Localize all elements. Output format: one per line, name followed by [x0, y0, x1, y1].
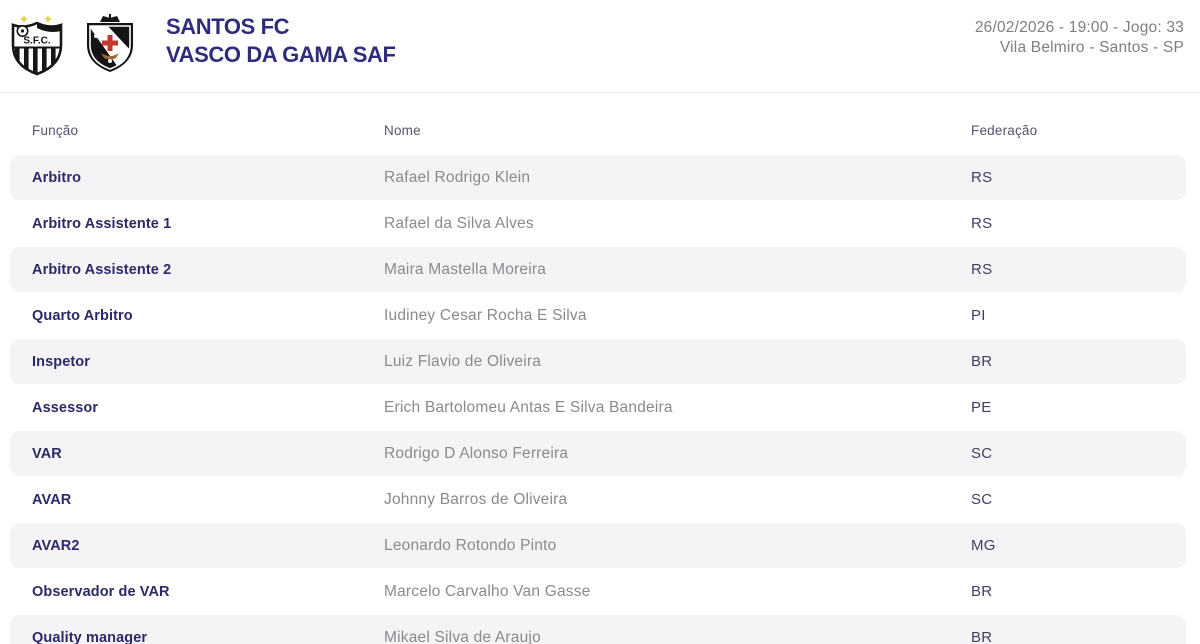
column-header-federacao: Federação	[971, 111, 1186, 138]
funcao-cell: AVAR2	[32, 538, 384, 554]
santos-fc-logo-icon: S.F.C.	[8, 14, 66, 78]
federacao-cell: MG	[971, 537, 1186, 554]
funcao-cell: Arbitro Assistente 2	[32, 262, 384, 278]
officials-table-body: Arbitro Rafael Rodrigo Klein RS Arbitro …	[10, 155, 1186, 644]
federacao-cell: BR	[971, 583, 1186, 600]
nome-cell: Rodrigo D Alonso Ferreira	[384, 445, 971, 463]
federacao-cell: BR	[971, 629, 1186, 644]
match-datetime: 26/02/2026 - 19:00 - Jogo: 33	[975, 18, 1184, 38]
table-header-row: Função Nome Federação	[10, 93, 1186, 155]
match-title: SANTOS FC VASCO DA GAMA SAF	[166, 12, 396, 69]
table-row: Quarto Arbitro Iudiney Cesar Rocha E Sil…	[10, 293, 1186, 338]
table-row: Quality manager Mikael Silva de Araujo B…	[10, 615, 1186, 644]
federacao-cell: PE	[971, 399, 1186, 416]
funcao-cell: Observador de VAR	[32, 584, 384, 600]
table-row: AVAR Johnny Barros de Oliveira SC	[10, 477, 1186, 522]
federacao-cell: RS	[971, 261, 1186, 278]
funcao-cell: Arbitro	[32, 170, 384, 186]
nome-cell: Luiz Flavio de Oliveira	[384, 353, 971, 371]
match-header: S.F.C.	[0, 0, 1200, 93]
funcao-cell: VAR	[32, 446, 384, 462]
table-row: Inspetor Luiz Flavio de Oliveira BR	[10, 339, 1186, 384]
nome-cell: Marcelo Carvalho Van Gasse	[384, 583, 971, 601]
table-row: Arbitro Assistente 2 Maira Mastella More…	[10, 247, 1186, 292]
funcao-cell: Assessor	[32, 400, 384, 416]
nome-cell: Leonardo Rotondo Pinto	[384, 537, 971, 555]
santos-star-icon	[44, 15, 52, 23]
federacao-cell: BR	[971, 353, 1186, 370]
nome-cell: Erich Bartolomeu Antas E Silva Bandeira	[384, 399, 971, 417]
table-row: Arbitro Assistente 1 Rafael da Silva Alv…	[10, 201, 1186, 246]
nome-cell: Rafael da Silva Alves	[384, 215, 971, 233]
table-row: VAR Rodrigo D Alonso Ferreira SC	[10, 431, 1186, 476]
santos-star-icon	[20, 15, 28, 23]
table-row: Arbitro Rafael Rodrigo Klein RS	[10, 155, 1186, 200]
nome-cell: Maira Mastella Moreira	[384, 261, 971, 279]
match-meta: 26/02/2026 - 19:00 - Jogo: 33 Vila Belmi…	[975, 12, 1184, 57]
officials-table: Função Nome Federação Arbitro Rafael Rod…	[10, 93, 1186, 644]
federacao-cell: SC	[971, 445, 1186, 462]
match-officials-page: { "header": { "home_team": "SANTOS FC", …	[0, 0, 1200, 644]
column-header-funcao: Função	[32, 111, 384, 138]
funcao-cell: Quarto Arbitro	[32, 308, 384, 324]
funcao-cell: AVAR	[32, 492, 384, 508]
funcao-cell: Arbitro Assistente 1	[32, 216, 384, 232]
vasco-da-gama-logo-icon	[84, 14, 136, 74]
federacao-cell: RS	[971, 215, 1186, 232]
funcao-cell: Quality manager	[32, 630, 384, 644]
federacao-cell: SC	[971, 491, 1186, 508]
nome-cell: Iudiney Cesar Rocha E Silva	[384, 307, 971, 325]
funcao-cell: Inspetor	[32, 354, 384, 370]
table-row: Observador de VAR Marcelo Carvalho Van G…	[10, 569, 1186, 614]
away-team-name: VASCO DA GAMA SAF	[166, 41, 396, 69]
nome-cell: Johnny Barros de Oliveira	[384, 491, 971, 509]
column-header-nome: Nome	[384, 111, 971, 138]
table-row: Assessor Erich Bartolomeu Antas E Silva …	[10, 385, 1186, 430]
federacao-cell: RS	[971, 169, 1186, 186]
club-logos: S.F.C.	[8, 12, 136, 78]
svg-text:S.F.C.: S.F.C.	[23, 36, 50, 47]
federacao-cell: PI	[971, 307, 1186, 324]
table-row: AVAR2 Leonardo Rotondo Pinto MG	[10, 523, 1186, 568]
home-team-name: SANTOS FC	[166, 13, 396, 41]
nome-cell: Mikael Silva de Araujo	[384, 629, 971, 644]
nome-cell: Rafael Rodrigo Klein	[384, 169, 971, 187]
match-venue: Vila Belmiro - Santos - SP	[975, 38, 1184, 58]
